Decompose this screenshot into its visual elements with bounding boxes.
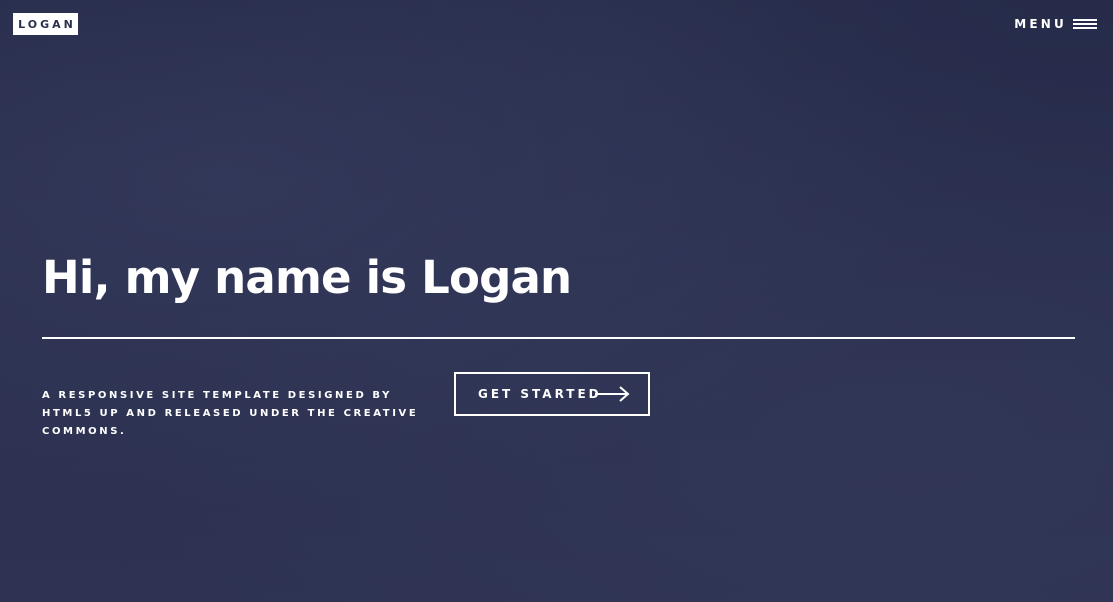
hamburger-icon bbox=[1073, 18, 1097, 30]
arrow-right-icon bbox=[595, 386, 630, 402]
page-title: Hi, my name is Logan bbox=[42, 251, 572, 304]
divider bbox=[42, 337, 1075, 339]
tagline: A RESPONSIVE SITE TEMPLATE DESIGNED BY H… bbox=[42, 390, 419, 437]
banner: Hi, my name is Logan A RESPONSIVE SITE T… bbox=[42, 248, 1075, 437]
logo-text: LOGAN bbox=[18, 17, 76, 31]
menu-toggle[interactable]: MENU bbox=[1014, 16, 1097, 32]
menu-label: MENU bbox=[1014, 17, 1067, 31]
get-started-label: GET STARTED bbox=[478, 387, 602, 401]
logo[interactable]: LOGAN bbox=[13, 13, 78, 35]
get-started-button[interactable]: GET STARTED bbox=[454, 372, 650, 416]
